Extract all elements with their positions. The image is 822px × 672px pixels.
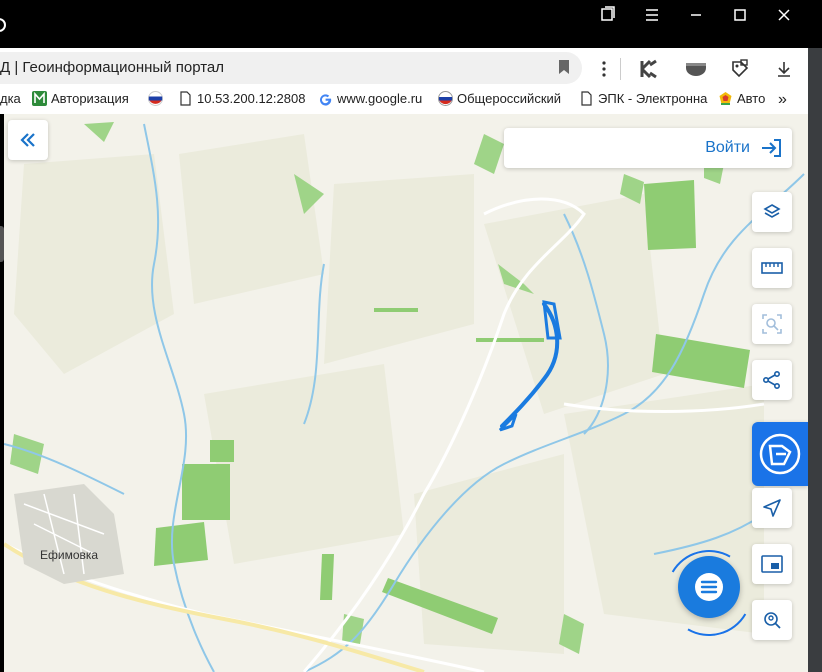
resize-handle[interactable]: [0, 226, 4, 262]
colorful-logo-icon: [719, 92, 732, 105]
locate-button[interactable]: [752, 488, 792, 528]
area-select-icon: [762, 314, 782, 334]
bookmark-tab-icon[interactable]: [590, 6, 626, 30]
bookmark-item[interactable]: Авто: [718, 91, 765, 106]
layers-button[interactable]: [752, 192, 792, 232]
chat-icon: [695, 573, 723, 601]
close-icon[interactable]: [766, 6, 802, 30]
login-arrow-icon: [762, 139, 781, 157]
browser-toolbar: Д | Геоинформационный портал дка Авториз…: [0, 48, 808, 114]
minimap-icon: [761, 555, 783, 573]
login-button[interactable]: Войти: [504, 128, 792, 168]
ruler-icon: [761, 262, 783, 274]
address-text: Д | Геоинформационный портал: [0, 59, 225, 76]
brand-panel-button[interactable]: [752, 422, 808, 486]
bookmark-item[interactable]: ЭПК - Электронна: [579, 91, 707, 106]
share-icon: [762, 370, 781, 390]
search-location-button[interactable]: [752, 600, 792, 640]
locate-icon: [763, 499, 781, 517]
document-icon: [180, 91, 191, 106]
area-select-button[interactable]: [752, 304, 792, 344]
more-bookmarks-button[interactable]: »: [778, 91, 787, 109]
window-titlebar: [0, 0, 822, 48]
bookmark-item[interactable]: дка: [0, 91, 21, 106]
document-icon: [581, 91, 592, 106]
bookmarks-bar: дка Авторизация 10.53.200.12:2808 www.go…: [0, 88, 808, 112]
layers-icon: [763, 204, 781, 218]
m-logo-icon: [32, 91, 47, 106]
minimap-button[interactable]: [752, 544, 792, 584]
extension-tag-icon[interactable]: [726, 56, 754, 82]
share-button[interactable]: [752, 360, 792, 400]
collapse-panel-button[interactable]: [8, 120, 48, 160]
chat-button[interactable]: [678, 556, 740, 618]
window-edge: [808, 48, 822, 672]
search-location-icon: [764, 612, 781, 629]
bookmark-item[interactable]: 10.53.200.12:2808: [178, 91, 305, 106]
town-label: Ефимовка: [40, 548, 99, 562]
russia-globe-icon: [438, 91, 453, 106]
bookmark-item[interactable]: [148, 91, 163, 106]
maximize-icon[interactable]: [722, 6, 758, 30]
browser-logo-icon: [0, 18, 6, 32]
menu-icon[interactable]: [634, 6, 670, 30]
more-vertical-icon[interactable]: [590, 56, 618, 82]
bookmark-item[interactable]: Общероссийский: [438, 91, 561, 106]
address-bar[interactable]: Д | Геоинформационный портал: [0, 52, 582, 84]
map-viewport[interactable]: Ефимовка Войти: [4, 114, 808, 672]
google-icon: [319, 94, 332, 106]
bookmark-item[interactable]: Авторизация: [32, 91, 129, 106]
settlement: [14, 484, 124, 584]
ruler-button[interactable]: [752, 248, 792, 288]
bookmark-icon[interactable]: [558, 59, 570, 75]
bookmark-item[interactable]: www.google.ru: [318, 91, 422, 106]
extension-k-icon[interactable]: [637, 56, 665, 82]
russia-flag-icon: [148, 91, 163, 106]
double-chevron-left-icon: [20, 133, 35, 147]
minimize-icon[interactable]: [678, 6, 714, 30]
download-icon[interactable]: [770, 56, 798, 82]
extension-shield-icon[interactable]: [682, 56, 710, 82]
login-label: Войти: [705, 139, 750, 156]
brand-logo-icon: [759, 433, 801, 475]
toolbar-separator: [620, 58, 621, 80]
